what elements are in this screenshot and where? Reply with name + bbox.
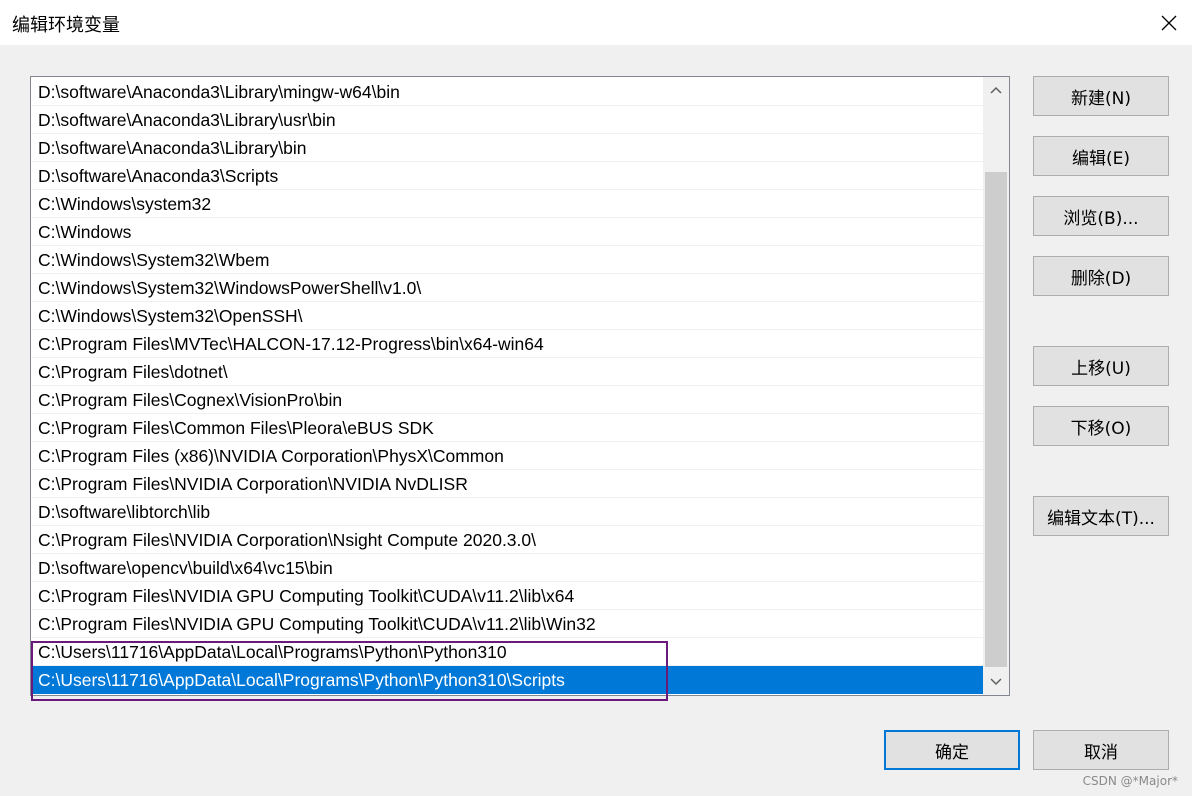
move-up-button[interactable]: 上移(U) [1033, 346, 1169, 386]
path-list-item[interactable]: D:\software\Anaconda3\Library\usr\bin [32, 106, 984, 134]
path-list-item[interactable]: C:\Windows\system32 [32, 190, 984, 218]
path-list-item[interactable]: C:\Program Files\NVIDIA GPU Computing To… [32, 582, 984, 610]
path-list: D:\software\Anaconda3\Library\mingw-w64\… [32, 78, 984, 694]
path-list-item[interactable]: C:\Program Files\NVIDIA GPU Computing To… [32, 610, 984, 638]
path-list-item[interactable]: D:\software\Anaconda3\Library\bin [32, 134, 984, 162]
chevron-up-icon [990, 86, 1002, 94]
move-down-button[interactable]: 下移(O) [1033, 406, 1169, 446]
path-list-item[interactable]: C:\Program Files\Cognex\VisionPro\bin [32, 386, 984, 414]
scrollbar-thumb[interactable] [985, 172, 1007, 667]
scroll-up-button[interactable] [983, 77, 1009, 103]
browse-button[interactable]: 浏览(B)... [1033, 196, 1169, 236]
path-list-item[interactable]: D:\software\libtorch\lib [32, 498, 984, 526]
path-listbox[interactable]: D:\software\Anaconda3\Library\mingw-w64\… [30, 76, 1010, 696]
ok-button[interactable]: 确定 [884, 730, 1020, 770]
path-list-item[interactable]: C:\Windows\System32\OpenSSH\ [32, 302, 984, 330]
delete-button[interactable]: 删除(D) [1033, 256, 1169, 296]
scroll-down-button[interactable] [983, 669, 1009, 695]
edit-button[interactable]: 编辑(E) [1033, 136, 1169, 176]
window-title: 编辑环境变量 [12, 15, 120, 36]
edit-text-button[interactable]: 编辑文本(T)... [1033, 496, 1169, 536]
path-list-item[interactable]: C:\Windows [32, 218, 984, 246]
vertical-scrollbar[interactable] [983, 77, 1009, 695]
path-list-item[interactable]: C:\Users\11716\AppData\Local\Programs\Py… [32, 638, 984, 666]
path-list-item[interactable]: C:\Program Files\NVIDIA Corporation\Nsig… [32, 526, 984, 554]
chevron-down-icon [990, 678, 1002, 686]
path-list-item[interactable]: C:\Windows\System32\Wbem [32, 246, 984, 274]
cancel-button[interactable]: 取消 [1033, 730, 1169, 770]
close-icon [1161, 15, 1177, 30]
path-list-item[interactable]: C:\Program Files\NVIDIA Corporation\NVID… [32, 470, 984, 498]
path-list-item[interactable]: C:\Program Files\dotnet\ [32, 358, 984, 386]
close-button[interactable] [1146, 0, 1192, 45]
path-list-item[interactable]: C:\Windows\System32\WindowsPowerShell\v1… [32, 274, 984, 302]
path-list-item[interactable]: D:\software\opencv\build\x64\vc15\bin [32, 554, 984, 582]
path-list-item[interactable]: C:\Program Files\Common Files\Pleora\eBU… [32, 414, 984, 442]
new-button[interactable]: 新建(N) [1033, 76, 1169, 116]
path-list-item[interactable]: D:\software\Anaconda3\Library\mingw-w64\… [32, 78, 984, 106]
path-list-item[interactable]: C:\Program Files\MVTec\HALCON-17.12-Prog… [32, 330, 984, 358]
path-list-item[interactable]: D:\software\Anaconda3\Scripts [32, 162, 984, 190]
watermark: CSDN @*Major* [1082, 774, 1178, 788]
title-bar: 编辑环境变量 [0, 0, 1192, 45]
path-list-item[interactable]: C:\Program Files (x86)\NVIDIA Corporatio… [32, 442, 984, 470]
path-list-item[interactable]: C:\Users\11716\AppData\Local\Programs\Py… [32, 666, 984, 694]
